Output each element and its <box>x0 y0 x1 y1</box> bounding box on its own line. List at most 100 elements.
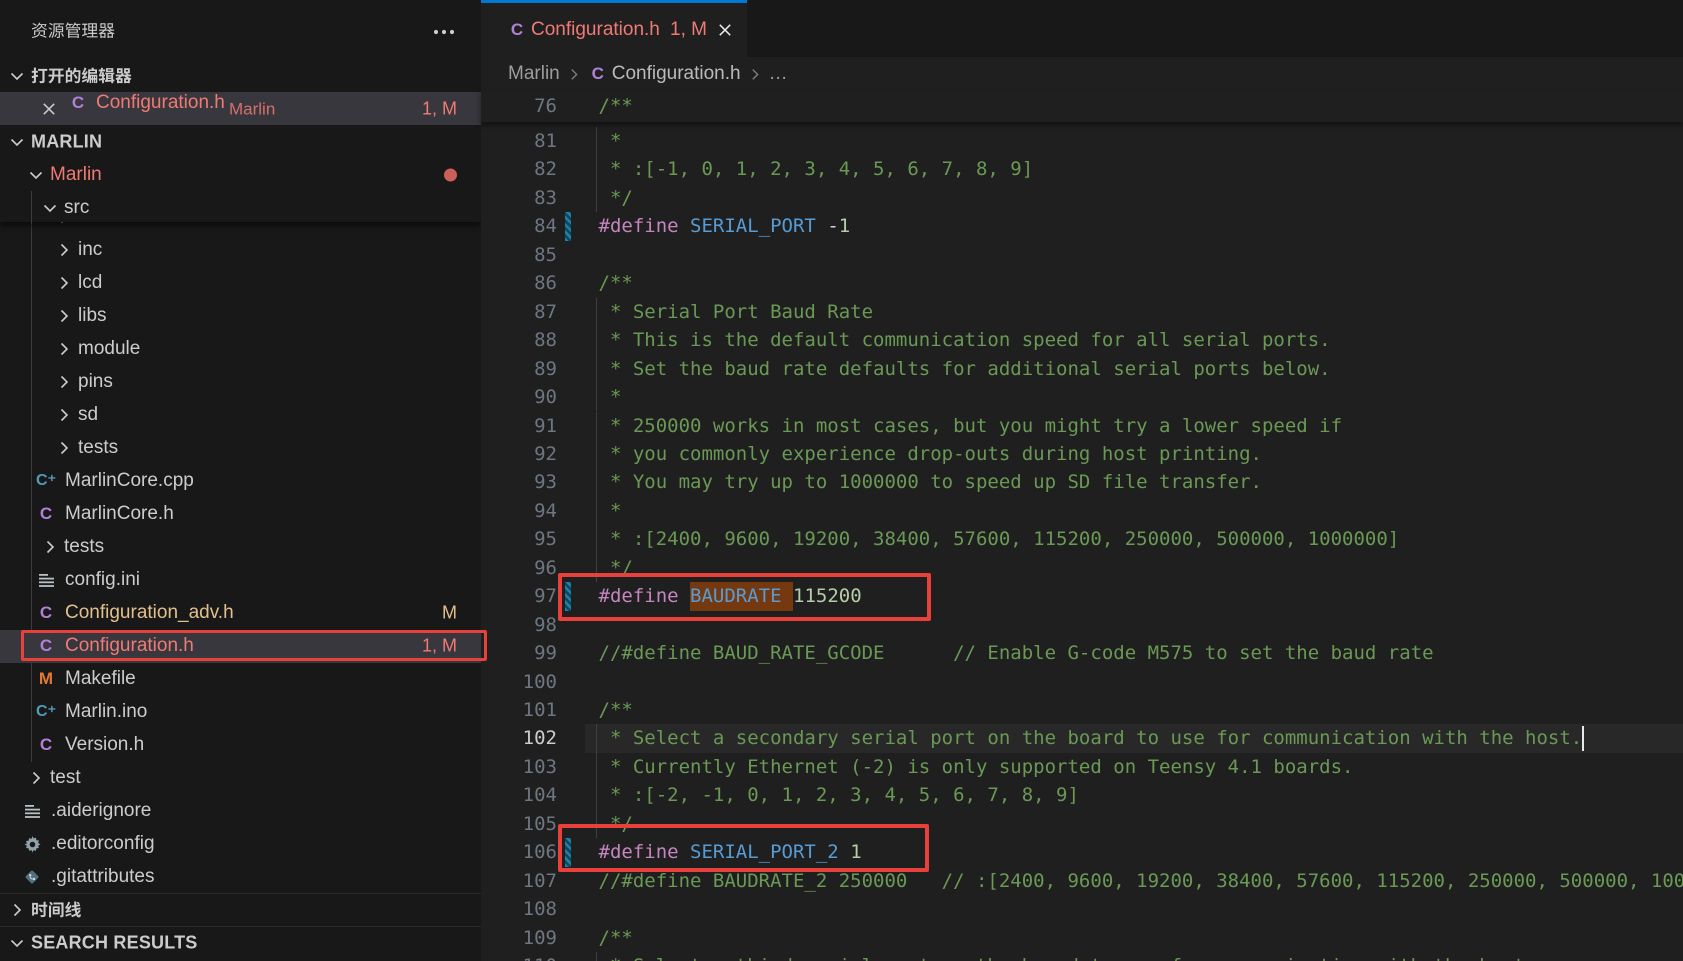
tree-sticky-item-marlin[interactable]: Marlin <box>0 158 481 191</box>
open-editors-label-glyphs <box>31 67 132 84</box>
line-number[interactable]: 96 <box>481 554 557 582</box>
code-line-101[interactable]: 101/** <box>481 696 1683 724</box>
line-number[interactable]: 102 <box>481 724 557 752</box>
code-line-110[interactable]: 110 * Select a third serial port on the … <box>481 952 1683 961</box>
chevron-right-icon <box>56 308 72 324</box>
tree-item-marlin-ino[interactable]: C⁺Marlin.ino <box>0 696 481 729</box>
tree-item-marlincore-cpp[interactable]: C⁺MarlinCore.cpp <box>0 465 481 498</box>
open-editors-header[interactable]: 打开的编辑器 <box>0 59 481 92</box>
tree-item-tests[interactable]: tests <box>0 531 481 564</box>
code-line-108[interactable]: 108 <box>481 895 1683 923</box>
highlight-box-define-serial-port-2 <box>558 824 929 872</box>
line-number[interactable]: 105 <box>481 810 557 838</box>
line-number[interactable]: 85 <box>481 241 557 269</box>
breadcrumb-symbol[interactable]: … <box>769 63 788 85</box>
line-number[interactable]: 76 <box>481 90 557 122</box>
tree-item-inc[interactable]: inc <box>0 234 481 267</box>
line-number[interactable]: 100 <box>481 668 557 696</box>
close-icon[interactable] <box>717 22 733 38</box>
code-line-93[interactable]: 93 * You may try up to 1000000 to speed … <box>481 468 1683 496</box>
indent-guide <box>596 952 597 961</box>
tree-item-version-h[interactable]: CVersion.h <box>0 729 481 762</box>
tree-item-test[interactable]: test <box>0 762 481 795</box>
code-line-84[interactable]: 84#define SERIAL_PORT -1 <box>481 212 1683 240</box>
line-number[interactable]: 88 <box>481 326 557 354</box>
line-number[interactable]: 91 <box>481 412 557 440</box>
open-editor-item-configuration-h[interactable]: C Configuration.h Marlin 1, M <box>0 92 481 125</box>
line-number[interactable]: 101 <box>481 696 557 724</box>
line-number[interactable]: 83 <box>481 184 557 212</box>
code-line-92[interactable]: 92 * you commonly experience drop-outs d… <box>481 440 1683 468</box>
code-line-90[interactable]: 90 * <box>481 383 1683 411</box>
line-number[interactable]: 97 <box>481 582 557 610</box>
line-number[interactable]: 81 <box>481 127 557 155</box>
indent-guide <box>596 298 597 326</box>
line-number[interactable]: 82 <box>481 155 557 183</box>
line-number[interactable]: 95 <box>481 525 557 553</box>
tree-item-libs[interactable]: libs <box>0 300 481 333</box>
tree-item--gitattributes[interactable]: .gitattributes <box>0 861 481 894</box>
code-line-109[interactable]: 109/** <box>481 924 1683 952</box>
tree-item--aiderignore[interactable]: .aiderignore <box>0 795 481 828</box>
code-line-99[interactable]: 99//#define BAUD_RATE_GCODE // Enable G-… <box>481 639 1683 667</box>
code-line-103[interactable]: 103 * Currently Ethernet (-2) is only su… <box>481 753 1683 781</box>
line-number[interactable]: 94 <box>481 497 557 525</box>
code-line-86[interactable]: 86/** <box>481 269 1683 297</box>
code-line-82[interactable]: 82 * :[-1, 0, 1, 2, 3, 4, 5, 6, 7, 8, 9] <box>481 155 1683 183</box>
line-number[interactable]: 106 <box>481 838 557 866</box>
chevron-right-icon <box>567 67 581 81</box>
tree-item-module[interactable]: module <box>0 333 481 366</box>
code-line-83[interactable]: 83 */ <box>481 184 1683 212</box>
sticky-scroll-line[interactable]: 76/** <box>481 90 1683 122</box>
code-line-91[interactable]: 91 * 250000 works in most cases, but you… <box>481 412 1683 440</box>
code-line-100[interactable]: 100 <box>481 668 1683 696</box>
breadcrumb-folder[interactable]: Marlin <box>508 63 560 85</box>
timeline-section-header[interactable]: 时间线 <box>0 893 481 926</box>
tab-configuration-h[interactable]: C Configuration.h 1, M <box>481 0 747 57</box>
line-number[interactable]: 108 <box>481 895 557 923</box>
tab-title: Configuration.h <box>531 19 660 41</box>
tree-item-sd[interactable]: sd <box>0 399 481 432</box>
tree-item-config-ini[interactable]: config.ini <box>0 564 481 597</box>
sidebar-title-bar: 资源管理器 <box>0 0 481 59</box>
makefile-icon: M <box>36 668 56 690</box>
line-number[interactable]: 92 <box>481 440 557 468</box>
code-line-102[interactable]: 102 * Select a secondary serial port on … <box>481 724 1683 752</box>
code-line-95[interactable]: 95 * :[2400, 9600, 19200, 38400, 57600, … <box>481 525 1683 553</box>
line-number[interactable]: 90 <box>481 383 557 411</box>
line-number[interactable]: 86 <box>481 269 557 297</box>
tree-item-configuration-adv-h[interactable]: CConfiguration_adv.hM <box>0 597 481 630</box>
line-number[interactable]: 110 <box>481 952 557 961</box>
tree-sticky-item-src[interactable]: src <box>0 191 481 224</box>
line-number[interactable]: 98 <box>481 611 557 639</box>
line-number[interactable]: 104 <box>481 781 557 809</box>
tree-item-tests[interactable]: tests <box>0 432 481 465</box>
search-results-section-header[interactable]: SEARCH RESULTS <box>0 926 481 959</box>
code-line-94[interactable]: 94 * <box>481 497 1683 525</box>
tree-item--editorconfig[interactable]: .editorconfig <box>0 828 481 861</box>
tree-item-makefile[interactable]: MMakefile <box>0 663 481 696</box>
tree-item-pins[interactable]: pins <box>0 366 481 399</box>
line-number[interactable]: 87 <box>481 298 557 326</box>
line-number[interactable]: 107 <box>481 867 557 895</box>
code-line-89[interactable]: 89 * Set the baud rate defaults for addi… <box>481 355 1683 383</box>
code-line-81[interactable]: 81 * <box>481 127 1683 155</box>
code-line-104[interactable]: 104 * :[-2, -1, 0, 1, 2, 3, 4, 5, 6, 7, … <box>481 781 1683 809</box>
code-line-87[interactable]: 87 * Serial Port Baud Rate <box>481 298 1683 326</box>
chevron-right-icon <box>9 902 25 918</box>
close-icon[interactable] <box>41 101 57 117</box>
line-number[interactable]: 84 <box>481 212 557 240</box>
line-number[interactable]: 89 <box>481 355 557 383</box>
indent-guide <box>596 724 597 752</box>
code-line-85[interactable]: 85 <box>481 241 1683 269</box>
tree-item-marlincore-h[interactable]: CMarlinCore.h <box>0 498 481 531</box>
line-number[interactable]: 99 <box>481 639 557 667</box>
code-line-88[interactable]: 88 * This is the default communication s… <box>481 326 1683 354</box>
line-number[interactable]: 93 <box>481 468 557 496</box>
line-number[interactable]: 103 <box>481 753 557 781</box>
more-actions-icon[interactable] <box>431 23 457 41</box>
breadcrumb-file[interactable]: C Configuration.h <box>588 63 741 85</box>
line-number[interactable]: 109 <box>481 924 557 952</box>
workspace-section-header[interactable]: MARLIN <box>0 125 481 158</box>
tree-item-lcd[interactable]: lcd <box>0 267 481 300</box>
